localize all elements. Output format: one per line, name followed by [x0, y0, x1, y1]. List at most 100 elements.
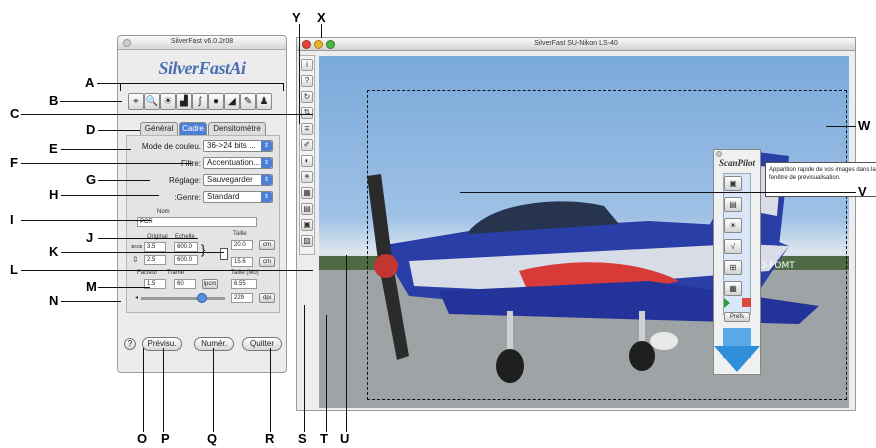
- filter-popup[interactable]: Accentuation... ⇕: [203, 157, 273, 169]
- width-arrows-icon: ⟺: [131, 242, 143, 251]
- callout-h: H: [49, 187, 59, 202]
- leader-a: [97, 83, 283, 84]
- resolution-slider-track[interactable]: [141, 297, 225, 300]
- play-icon[interactable]: [724, 298, 730, 308]
- brightness-icon[interactable]: ☀: [301, 171, 313, 183]
- flip-icon[interactable]: ⇅: [301, 107, 313, 119]
- info-icon[interactable]: i: [301, 59, 313, 71]
- resolution-slider-thumb[interactable]: [197, 293, 207, 303]
- callout-d: D: [86, 122, 96, 137]
- genre-popup[interactable]: Standard ⇕: [203, 191, 273, 203]
- histogram-icon[interactable]: ▟: [176, 93, 192, 110]
- callout-g: G: [86, 172, 97, 187]
- densitometer-icon[interactable]: ◐: [301, 155, 313, 167]
- stop-icon[interactable]: [742, 298, 751, 307]
- leader-s: [304, 305, 305, 432]
- scan-button[interactable]: Numér.: [194, 337, 234, 351]
- grid-icon[interactable]: ▤: [301, 203, 313, 215]
- mode-popup[interactable]: 36->24 bits ... ⇕: [203, 140, 273, 152]
- setting-value: Sauvegarder: [207, 175, 253, 184]
- prefs-button[interactable]: Préfs: [724, 312, 750, 322]
- leader-g: [98, 180, 150, 181]
- help-icon[interactable]: ?: [124, 338, 136, 350]
- gradation-curve-icon[interactable]: ∫: [192, 93, 208, 110]
- callout-i: I: [10, 212, 14, 227]
- tab-cadre[interactable]: Cadre: [179, 122, 207, 136]
- setting-popup[interactable]: Sauvegarder ⇕: [203, 174, 273, 186]
- mode-label: Mode de couleu.: [141, 142, 201, 151]
- pencil-icon[interactable]: ✎: [240, 93, 256, 110]
- scale-label: Echelle: [175, 234, 195, 240]
- filesize-field: 6.55: [231, 279, 257, 289]
- close-icon[interactable]: [716, 151, 722, 157]
- callout-f: F: [10, 155, 18, 170]
- leader-n: [61, 301, 121, 302]
- screen-field[interactable]: 60: [174, 279, 196, 289]
- scan-icon[interactable]: ▦: [724, 281, 742, 296]
- curve-icon[interactable]: √: [724, 239, 742, 254]
- tab-general[interactable]: Général: [140, 122, 178, 136]
- figure-icon[interactable]: ♟: [256, 93, 272, 110]
- leader-u: [346, 255, 347, 432]
- magnifier-icon[interactable]: 🔍: [144, 93, 160, 110]
- selective-color-icon[interactable]: ◢: [224, 93, 240, 110]
- scan-area-icon[interactable]: ⌖: [128, 93, 144, 110]
- height-original-field[interactable]: 2.5: [144, 255, 166, 265]
- callout-p: P: [161, 431, 170, 446]
- callout-o: O: [137, 431, 148, 446]
- tab-densitometre[interactable]: Densitomètre: [208, 122, 266, 136]
- frame-icon[interactable]: ▤: [724, 197, 742, 212]
- width-scale-field[interactable]: 600.0: [174, 242, 198, 252]
- proportion-lock-icon[interactable]: [220, 248, 228, 260]
- height-scale-field[interactable]: 600.0: [174, 255, 198, 265]
- callout-y: Y: [292, 10, 301, 25]
- channel-icon[interactable]: ▦: [301, 187, 313, 199]
- callout-s: S: [298, 431, 307, 446]
- name-field[interactable]: PCR: [137, 217, 257, 227]
- callout-w: W: [858, 118, 871, 133]
- callout-a: A: [85, 75, 95, 90]
- slider-minus-icon: ◂: [135, 295, 139, 301]
- help-icon[interactable]: ?: [301, 75, 313, 87]
- callout-l: L: [10, 262, 18, 277]
- size-icon[interactable]: ⊞: [724, 260, 742, 275]
- callout-j: J: [86, 230, 94, 245]
- leader-r: [270, 348, 271, 432]
- height-size-field[interactable]: 15.6: [231, 257, 253, 267]
- film-icon[interactable]: ▨: [301, 235, 313, 247]
- resolution-unit-button[interactable]: dpi: [259, 293, 275, 303]
- leader-k: [61, 252, 224, 253]
- callout-q: Q: [207, 431, 218, 446]
- prescan-icon[interactable]: ▣: [724, 176, 742, 191]
- copy-icon[interactable]: ▣: [301, 219, 313, 231]
- pipette-icon[interactable]: ✐: [301, 139, 313, 151]
- screen-unit-button[interactable]: lpcm: [202, 279, 218, 289]
- callout-c: C: [10, 106, 20, 121]
- callout-v: V: [858, 184, 867, 199]
- quit-button[interactable]: Quitter: [242, 337, 282, 351]
- rotate-icon[interactable]: ↻: [301, 91, 313, 103]
- leader-h: [61, 195, 159, 196]
- preview-image: D-FOMT: [319, 56, 849, 408]
- exposure-icon[interactable]: ☀: [724, 218, 742, 233]
- arrow-down-icon: [714, 346, 760, 372]
- resolution-field[interactable]: 229: [231, 293, 253, 303]
- width-size-field[interactable]: 20.0: [231, 240, 253, 250]
- width-unit-button[interactable]: cm: [259, 240, 275, 250]
- preview-title: SilverFast SU-Nikon LS-40: [534, 40, 618, 47]
- callout-n: N: [49, 293, 59, 308]
- callout-x: X: [317, 10, 326, 25]
- scan-frame[interactable]: [367, 90, 847, 400]
- leader-v: [460, 192, 856, 193]
- brightness-icon[interactable]: ☀: [160, 93, 176, 110]
- filter-value: Accentuation...: [207, 158, 260, 167]
- width-original-field[interactable]: 3.5: [144, 242, 166, 252]
- leader-t: [326, 315, 327, 432]
- color-wheel-icon[interactable]: ●: [208, 93, 224, 110]
- preview-button[interactable]: Prévisu.: [142, 337, 182, 351]
- tool-bar: ⌖ 🔍 ☀ ▟ ∫ ● ◢ ✎ ♟: [128, 93, 278, 111]
- mirror-icon[interactable]: ∓: [301, 123, 313, 135]
- leader-a-drop-left: [120, 83, 121, 91]
- silverfast-main-window: SilverFast v6.0.2r08 SilverFastAi ⌖ 🔍 ☀ …: [117, 35, 287, 373]
- height-unit-button[interactable]: cm: [259, 257, 275, 267]
